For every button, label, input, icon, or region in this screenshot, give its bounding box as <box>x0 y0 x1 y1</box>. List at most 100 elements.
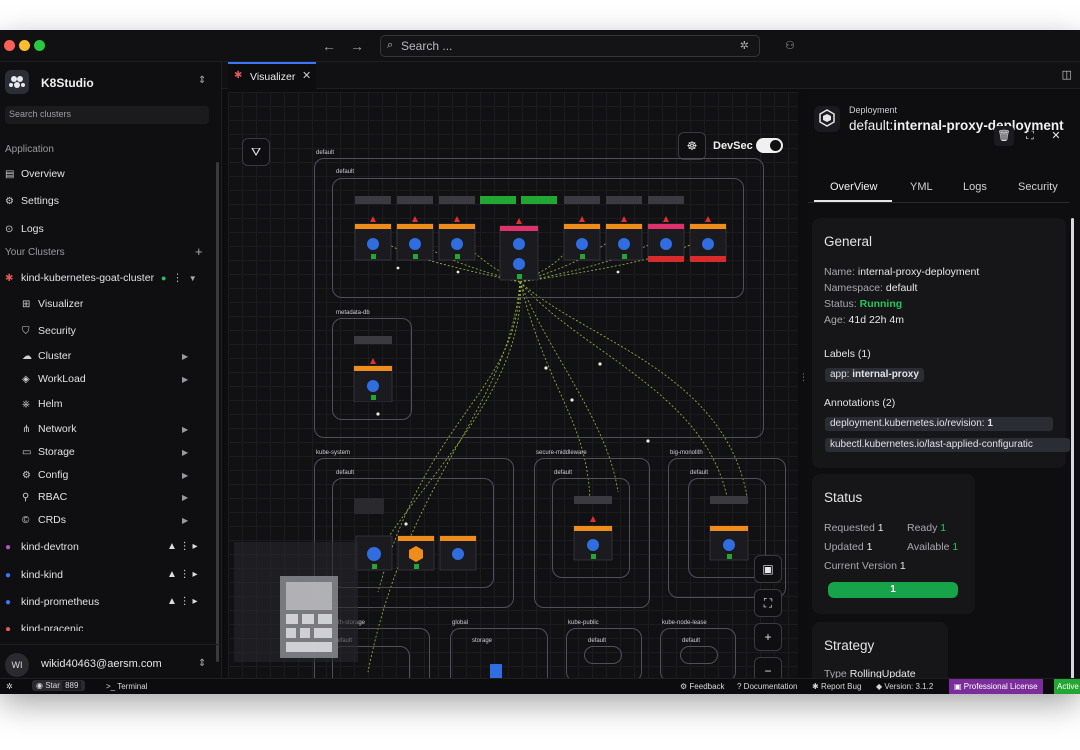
strategy-heading: Strategy <box>824 638 875 653</box>
available-label: Available <box>907 541 950 553</box>
sidebar-item-rbac[interactable]: ⚲ RBAC <box>22 491 67 503</box>
sidebar-item-helm[interactable]: ⎈ Helm <box>22 398 63 410</box>
ready-row: Ready 1 <box>907 522 946 534</box>
minimap[interactable] <box>234 542 358 662</box>
cluster-search-placeholder: Search clusters <box>9 109 72 119</box>
back-button[interactable]: ← <box>322 38 336 54</box>
tab-security[interactable]: Security <box>1018 181 1058 193</box>
sidebar-item-security[interactable]: ⛉ Security <box>22 325 76 337</box>
tab-label: Visualizer <box>250 71 296 83</box>
panel-splitter[interactable]: ⋮ <box>798 92 808 684</box>
requested-value: 1 <box>877 522 884 534</box>
zoom-in-button[interactable]: + <box>754 623 782 651</box>
updated-value: 1 <box>866 541 873 553</box>
annotation-value: 1 <box>987 418 993 429</box>
cluster-icon: ● <box>5 570 12 581</box>
report-bug-button[interactable]: ✱ Report Bug <box>812 682 861 691</box>
sidebar-item-label: Storage <box>38 446 75 458</box>
details-panel: Deployment default: internal-proxy-deploy… <box>808 92 1080 688</box>
chevron-right-icon: ▶ <box>182 471 189 480</box>
name-label: Name: <box>824 266 855 278</box>
sidebar-item-label: WorkLoad <box>38 373 86 385</box>
visualizer-icon: ⊞ <box>22 299 31 310</box>
minimap-view <box>280 576 338 658</box>
sidebar-item-overview[interactable]: ▤ Overview <box>5 168 65 180</box>
layout-icon: ▣ <box>762 562 774 576</box>
tab-visualizer[interactable]: ✱ Visualizer ✕ <box>228 62 316 89</box>
sidebar-item-storage[interactable]: ▭ Storage <box>22 446 75 458</box>
chevron-down-icon[interactable]: ▼ <box>189 274 197 283</box>
close-icon[interactable]: ✕ <box>302 69 311 82</box>
split-view-icon[interactable]: ◫ <box>1062 68 1072 81</box>
goat-icon: ✱ <box>234 70 243 81</box>
cluster-item-pracenic[interactable]: ● kind-pracenic <box>5 623 83 631</box>
empty-group[interactable] <box>584 646 622 664</box>
sidebar-item-network[interactable]: ⋔ Network <box>22 423 77 435</box>
sidebar-scrollbar[interactable] <box>216 162 219 662</box>
label-value: internal-proxy <box>852 369 919 380</box>
plus-icon: + <box>764 630 772 644</box>
tab-overview[interactable]: OverView <box>830 181 877 193</box>
add-cluster-button[interactable]: + <box>195 244 203 259</box>
namespace-label: kube-node-lease <box>662 620 707 626</box>
fit-view-button[interactable]: ⛶ <box>754 589 782 617</box>
sidebar-item-crds[interactable]: © CRDs <box>22 514 66 526</box>
maximize-window-button[interactable] <box>34 40 45 51</box>
kubernetes-icon: ✲ <box>739 40 749 52</box>
chevron-updown-icon[interactable]: ⇕ <box>198 658 206 669</box>
cluster-item-prometheus[interactable]: ● kind-prometheus <box>5 596 99 608</box>
sidebar-item-logs[interactable]: ⊙ Logs <box>5 223 44 235</box>
global-search-input[interactable]: ⌕ Search ... ✲ <box>380 35 760 57</box>
tab-logs[interactable]: Logs <box>963 181 987 193</box>
available-row: Available 1 <box>907 541 958 553</box>
annotations-heading: Annotations (2) <box>824 397 896 409</box>
tab-yml[interactable]: YML <box>910 181 933 193</box>
more-icon[interactable]: ⋮ <box>172 272 183 284</box>
license-badge[interactable]: ▣ Professional License <box>949 679 1043 694</box>
forward-button[interactable]: → <box>350 38 364 54</box>
github-star-button[interactable]: ◉ Star 889 <box>32 680 86 691</box>
panel-scrollbar[interactable] <box>1071 218 1074 688</box>
storage-volume-icon <box>490 664 502 678</box>
cluster-name: kind-devtron <box>21 541 79 553</box>
documentation-button[interactable]: ? Documentation <box>737 682 797 691</box>
cluster-goat-icon: ✱ <box>5 273 14 284</box>
version-row: Current Version 1 <box>824 560 906 572</box>
labels-heading: Labels (1) <box>824 348 871 360</box>
sidebar-item-workload[interactable]: ◈ WorkLoad <box>22 373 86 385</box>
requested-label: Requested <box>824 522 875 534</box>
sidebar-item-config[interactable]: ⚙ Config <box>22 469 68 481</box>
expand-button[interactable]: ⛶ <box>1020 126 1040 146</box>
clusters-section-label: Your Clusters <box>5 247 65 258</box>
layout-button[interactable]: ▣ <box>754 555 782 583</box>
tab-bar: ✱ Visualizer ✕ ◫ <box>222 62 1080 89</box>
sidebar-item-label: Security <box>38 325 76 337</box>
group-label: default <box>336 470 355 476</box>
cluster-item-kind[interactable]: ● kind-kind <box>5 569 63 581</box>
bot-icon[interactable]: ⚇ <box>785 39 795 52</box>
delete-button[interactable]: 🗑 <box>994 126 1014 146</box>
cloud-icon: ☁ <box>22 351 32 362</box>
feedback-button[interactable]: ⚙ Feedback <box>680 682 725 691</box>
sidebar-item-cluster[interactable]: ☁ Cluster <box>22 350 71 362</box>
cluster-item-devtron[interactable]: ● kind-devtron <box>5 541 79 553</box>
pod-cards <box>354 196 727 281</box>
empty-group[interactable] <box>680 646 718 664</box>
close-panel-button[interactable]: ✕ <box>1046 126 1066 146</box>
cluster-name: kind-pracenic <box>21 623 84 631</box>
minimize-window-button[interactable] <box>19 40 30 51</box>
app-switch-icon[interactable]: ⇕ <box>198 75 206 86</box>
visualizer-canvas[interactable]: ⛛ ☸ DevSec default default metadata-db k… <box>228 92 798 684</box>
version-value: 1 <box>899 560 906 572</box>
title-namespace: default: <box>849 118 894 133</box>
minus-icon: − <box>764 664 772 678</box>
search-placeholder: Search ... <box>401 39 453 53</box>
crd-icon: © <box>22 515 30 526</box>
sidebar-item-label: Visualizer <box>38 298 84 310</box>
sidebar-item-settings[interactable]: ⚙ Settings <box>5 195 59 207</box>
close-window-button[interactable] <box>4 40 15 51</box>
cluster-search-input[interactable]: Search clusters <box>5 106 209 124</box>
terminal-button[interactable]: >_ Terminal <box>106 682 147 691</box>
sidebar-item-visualizer[interactable]: ⊞ Visualizer <box>22 298 83 310</box>
cluster-item-active[interactable]: ✱ kind-kubernetes-goat-cluster ● ⋮ ▼ <box>5 272 197 284</box>
